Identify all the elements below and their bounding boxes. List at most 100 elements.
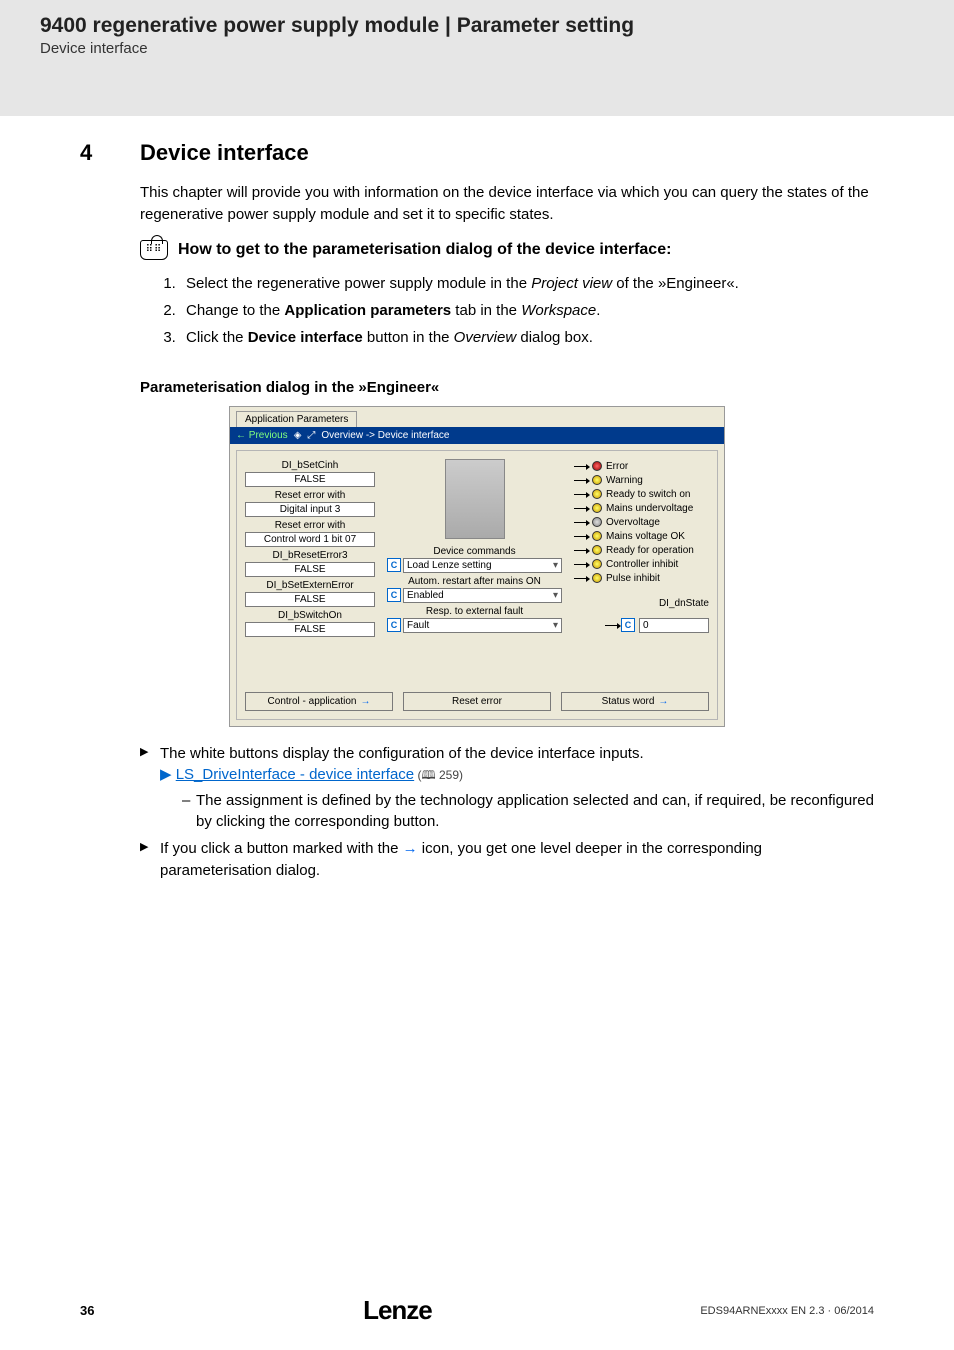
led-icon: [592, 517, 602, 527]
input-value-button[interactable]: FALSE: [245, 622, 375, 637]
text-italic: Project view: [531, 275, 612, 292]
dropdown-label: Resp. to external fault: [426, 606, 523, 617]
status-led-row: Ready to switch on: [574, 489, 709, 500]
led-icon: [592, 545, 602, 555]
input-value-button[interactable]: Digital input 3: [245, 502, 375, 517]
chevron-down-icon: ▾: [553, 620, 558, 631]
section-number: 4: [80, 140, 110, 166]
input-value-button[interactable]: FALSE: [245, 472, 375, 487]
state-value: 0: [639, 618, 709, 633]
note-2: If you click a button marked with the → …: [140, 838, 874, 882]
chevron-down-icon: ▾: [553, 590, 558, 601]
status-text: Error: [606, 461, 628, 472]
c-badge-icon[interactable]: C: [621, 618, 635, 632]
input-value-button[interactable]: FALSE: [245, 562, 375, 577]
c-badge-icon[interactable]: C: [387, 618, 401, 632]
device-commands-dropdown[interactable]: Load Lenze setting▾: [403, 558, 562, 573]
c-badge-icon[interactable]: C: [387, 588, 401, 602]
device-image: [445, 459, 505, 539]
step-2: Change to the Application parameters tab…: [180, 297, 874, 324]
arrow-right-icon: →: [403, 840, 418, 857]
intro-paragraph: This chapter will provide you with infor…: [140, 182, 874, 226]
led-icon: [592, 573, 602, 583]
control-application-button[interactable]: Control - application→: [245, 692, 393, 711]
status-text: Overvoltage: [606, 517, 660, 528]
text-italic: Overview: [454, 329, 517, 346]
dropdown-label: Autom. restart after mains ON: [408, 576, 541, 587]
status-text: Warning: [606, 475, 643, 486]
led-icon: [592, 559, 602, 569]
input-label: DI_bSetCinh: [245, 459, 375, 472]
arrow-right-icon: →: [360, 696, 370, 707]
text-bold: Application parameters: [284, 302, 451, 319]
page-content: 4 Device interface This chapter will pro…: [0, 116, 954, 882]
notes-list: The white buttons display the configurat…: [140, 743, 874, 882]
dialog-body: DI_bSetCinh FALSE Reset error with Digit…: [236, 450, 718, 720]
inputs-column: DI_bSetCinh FALSE Reset error with Digit…: [245, 459, 375, 680]
step-3: Click the Device interface button in the…: [180, 324, 874, 351]
document-reference: EDS94ARNExxxx EN 2.3 · 06/2014: [700, 1305, 874, 1317]
section-heading: 4 Device interface: [80, 140, 874, 166]
text: Click the: [186, 329, 248, 346]
c-badge-icon[interactable]: C: [387, 558, 401, 572]
note-1-sub: The assignment is defined by the technol…: [182, 790, 874, 832]
status-word-button[interactable]: Status word→: [561, 692, 709, 711]
text: tab in the: [451, 302, 521, 319]
status-led-row: Mains undervoltage: [574, 503, 709, 514]
chevron-down-icon: ▾: [553, 560, 558, 571]
status-led-row: Overvoltage: [574, 517, 709, 528]
led-icon: [592, 531, 602, 541]
page-reference: (🕮 259): [414, 768, 463, 782]
keyboard-mouse-icon: ⠿⠿: [140, 240, 168, 260]
arrow-right-icon: →: [658, 696, 668, 707]
nav-icon[interactable]: ⤢: [307, 430, 315, 441]
reset-error-button[interactable]: Reset error: [403, 692, 551, 711]
dropdown-label: Device commands: [433, 546, 515, 557]
text-italic: Workspace: [521, 302, 596, 319]
status-led-row: Ready for operation: [574, 545, 709, 556]
note-1: The white buttons display the configurat…: [140, 743, 874, 833]
link-bullet: ▶: [160, 766, 176, 783]
input-label: Reset error with: [245, 519, 375, 532]
text: .: [596, 302, 600, 319]
text-bold: Device interface: [248, 329, 363, 346]
input-value-button[interactable]: Control word 1 bit 07: [245, 532, 375, 547]
text: Change to the: [186, 302, 284, 319]
tab-application-parameters[interactable]: Application Parameters: [236, 411, 357, 427]
status-text: Ready for operation: [606, 545, 694, 556]
status-led-row: Warning: [574, 475, 709, 486]
status-text: Mains voltage OK: [606, 531, 685, 542]
page-number: 36: [80, 1303, 94, 1318]
autorestart-dropdown[interactable]: Enabled▾: [403, 588, 562, 603]
led-icon: [592, 503, 602, 513]
status-led-row: Error: [574, 461, 709, 472]
status-text: Controller inhibit: [606, 559, 678, 570]
brand-logo: Lenze: [363, 1295, 432, 1326]
led-icon: [592, 475, 602, 485]
breadcrumb-bar: ← Previous ◈ ⤢ Overview -> Device interf…: [230, 427, 724, 444]
input-value-button[interactable]: FALSE: [245, 592, 375, 607]
page-header: 9400 regenerative power supply module | …: [0, 0, 954, 116]
drive-interface-link[interactable]: LS_DriveInterface - device interface: [176, 766, 414, 783]
steps-list: Select the regenerative power supply mod…: [180, 270, 874, 351]
external-fault-dropdown[interactable]: Fault▾: [403, 618, 562, 633]
section-title: Device interface: [140, 140, 309, 166]
breadcrumb-path: Overview -> Device interface: [321, 430, 449, 441]
input-label: DI_bSetExternError: [245, 579, 375, 592]
step-1: Select the regenerative power supply mod…: [180, 270, 874, 297]
screenshot-caption: Parameterisation dialog in the »Engineer…: [140, 379, 874, 396]
header-title: 9400 regenerative power supply module | …: [40, 14, 914, 38]
text: button in the: [363, 329, 454, 346]
status-text: Ready to switch on: [606, 489, 691, 500]
led-icon: [592, 461, 602, 471]
engineer-screenshot: Application Parameters ← Previous ◈ ⤢ Ov…: [229, 406, 725, 727]
input-label: DI_bSwitchOn: [245, 609, 375, 622]
howto-title: How to get to the parameterisation dialo…: [178, 241, 671, 259]
status-led-row: Mains voltage OK: [574, 531, 709, 542]
input-label: DI_bResetError3: [245, 549, 375, 562]
previous-button[interactable]: ← Previous: [236, 430, 288, 441]
header-subtitle: Device interface: [40, 40, 914, 57]
center-column: Device commands C Load Lenze setting▾ Au…: [379, 459, 570, 680]
nav-icon[interactable]: ◈: [294, 430, 302, 441]
status-text: Pulse inhibit: [606, 573, 660, 584]
